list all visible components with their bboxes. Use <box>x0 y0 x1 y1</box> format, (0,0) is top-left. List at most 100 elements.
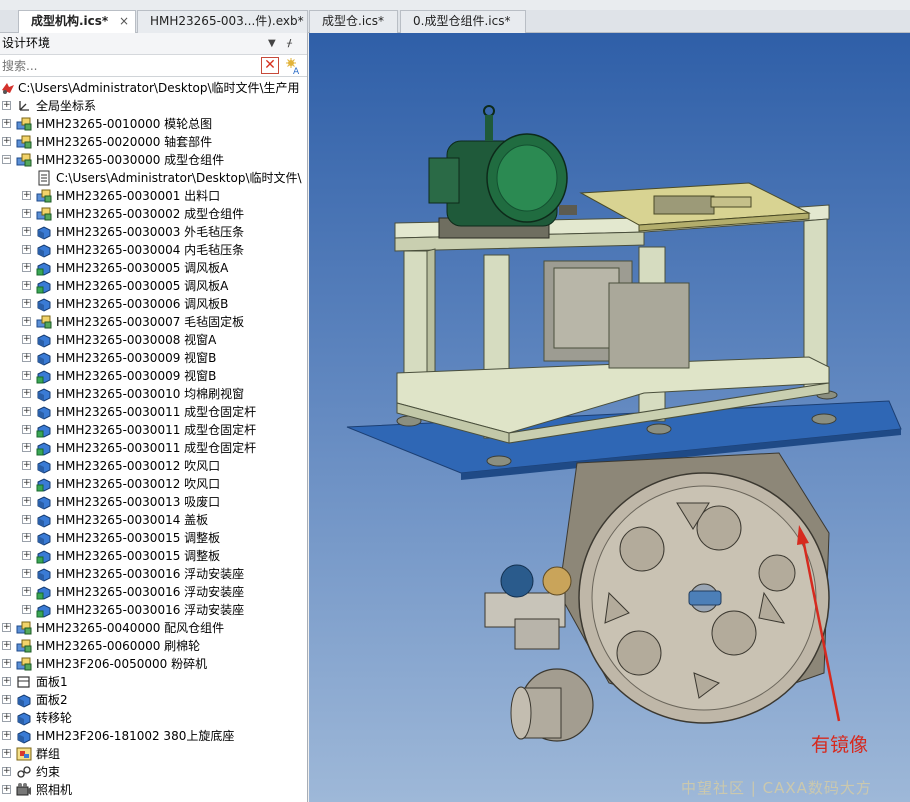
tree-row[interactable]: + HMH23265-0030002 成型仓组件 <box>0 205 307 223</box>
expand-icon[interactable]: + <box>2 119 11 128</box>
expand-icon[interactable]: + <box>22 227 31 236</box>
tree-row[interactable]: + HMH23265-0030016 浮动安装座 <box>0 565 307 583</box>
tree-item-label: C:\Users\Administrator\Desktop\临时文件\生产用 <box>18 81 300 95</box>
expand-icon[interactable]: + <box>22 443 31 452</box>
search-input[interactable] <box>0 56 258 75</box>
expand-icon[interactable]: + <box>2 137 11 146</box>
tab-chengxing-cang[interactable]: 成型仓.ics* <box>309 10 398 33</box>
tab-close-icon[interactable]: × <box>119 11 129 32</box>
expand-icon[interactable]: + <box>22 263 31 272</box>
tree-row[interactable]: + 面板2 <box>0 691 307 709</box>
tree-row[interactable]: + HMH23265-0030003 外毛毡压条 <box>0 223 307 241</box>
tree-row[interactable]: C:\Users\Administrator\Desktop\临时文件\ <box>0 169 307 187</box>
expand-icon[interactable]: + <box>2 641 11 650</box>
tree-row[interactable]: + 全局坐标系 <box>0 97 307 115</box>
tree-item-label: HMH23265-0030007 毛毡固定板 <box>56 315 245 329</box>
assembly-icon <box>36 314 52 330</box>
expand-icon[interactable]: + <box>2 659 11 668</box>
tree-row[interactable]: + HMH23265-0030010 均棉刷视窗 <box>0 385 307 403</box>
expand-icon[interactable]: + <box>22 551 31 560</box>
tree-row[interactable]: + 面板1 <box>0 673 307 691</box>
expand-icon[interactable]: + <box>22 461 31 470</box>
expand-icon[interactable]: + <box>22 497 31 506</box>
expand-icon[interactable]: + <box>2 101 11 110</box>
tree-row[interactable]: + HMH23265-0030004 内毛毡压条 <box>0 241 307 259</box>
tree-row[interactable]: C:\Users\Administrator\Desktop\临时文件\生产用 <box>0 79 307 97</box>
tree-row[interactable]: + HMH23265-0030014 盖板 <box>0 511 307 529</box>
tree-row[interactable]: + HMH23265-0020000 轴套部件 <box>0 133 307 151</box>
tree-row[interactable]: + 约束 <box>0 763 307 781</box>
expand-icon[interactable]: + <box>22 281 31 290</box>
tree-row[interactable]: + HMH23F206-181002 380上旋底座 <box>0 727 307 745</box>
expand-icon[interactable]: + <box>22 191 31 200</box>
expand-icon[interactable]: + <box>22 209 31 218</box>
expand-icon[interactable]: + <box>22 407 31 416</box>
expand-icon[interactable]: + <box>2 713 11 722</box>
tree-row[interactable]: + HMH23265-0030011 成型仓固定杆 <box>0 421 307 439</box>
tree-row[interactable]: + HMH23F206-0050000 粉碎机 <box>0 655 307 673</box>
expand-icon[interactable]: + <box>2 749 11 758</box>
tree-row[interactable]: + HMH23265-0040000 配风仓组件 <box>0 619 307 637</box>
expand-icon[interactable]: + <box>22 479 31 488</box>
tree-row[interactable]: + HMH23265-0030015 调整板 <box>0 529 307 547</box>
expand-icon[interactable]: + <box>22 587 31 596</box>
expand-icon[interactable]: + <box>22 569 31 578</box>
tree-item-label: HMH23265-0060000 刷棉轮 <box>36 639 201 653</box>
tree-row[interactable]: + HMH23265-0060000 刷棉轮 <box>0 637 307 655</box>
expand-icon[interactable]: + <box>22 371 31 380</box>
tree-row[interactable]: + 群组 <box>0 745 307 763</box>
expand-icon[interactable]: + <box>22 533 31 542</box>
expand-icon[interactable]: + <box>2 767 11 776</box>
expand-icon[interactable]: + <box>2 623 11 632</box>
tree-row[interactable]: − HMH23265-0030000 成型仓组件 <box>0 151 307 169</box>
expand-icon[interactable]: + <box>2 785 11 794</box>
tree-row[interactable]: + HMH23265-0030016 浮动安装座 <box>0 601 307 619</box>
tree-row[interactable]: + HMH23265-0030001 出料口 <box>0 187 307 205</box>
panel-pin-icon[interactable]: ᚋ <box>287 33 292 54</box>
expand-icon[interactable]: + <box>2 677 11 686</box>
expand-icon[interactable]: + <box>22 317 31 326</box>
expand-icon[interactable]: + <box>22 605 31 614</box>
3d-viewport[interactable]: 有镜像 中望社区 | CAXA数码大方 <box>309 33 910 802</box>
tree-row[interactable]: + HMH23265-0030009 视窗B <box>0 367 307 385</box>
tab-exb-drawing[interactable]: HMH23265-003...件).exb* <box>137 10 308 33</box>
tree-row[interactable]: + HMH23265-0030011 成型仓固定杆 <box>0 403 307 421</box>
panel-icon <box>16 674 32 690</box>
tree-row[interactable]: + 照相机 <box>0 781 307 799</box>
tree-item-label: HMH23265-0030016 浮动安装座 <box>56 585 245 599</box>
expand-icon[interactable]: + <box>22 335 31 344</box>
tree-item-label: HMH23F206-181002 380上旋底座 <box>36 729 235 743</box>
tree-row[interactable]: + 转移轮 <box>0 709 307 727</box>
expand-icon[interactable]: + <box>2 731 11 740</box>
tree-row[interactable]: + HMH23265-0030007 毛毡固定板 <box>0 313 307 331</box>
tab-chengxing-jigou[interactable]: 成型机构.ics* × <box>18 10 136 34</box>
tree-row[interactable]: + HMH23265-0030008 视窗A <box>0 331 307 349</box>
tree-row[interactable]: + HMH23265-0010000 模轮总图 <box>0 115 307 133</box>
tree-row[interactable]: + HMH23265-0030013 吸废口 <box>0 493 307 511</box>
collapse-icon[interactable]: − <box>2 155 11 164</box>
tree-row[interactable]: + HMH23265-0030016 浮动安装座 <box>0 583 307 601</box>
tree-row[interactable]: + HMH23265-0030011 成型仓固定杆 <box>0 439 307 457</box>
clear-search-icon[interactable]: ✕ <box>261 57 279 74</box>
expand-icon[interactable]: + <box>22 299 31 308</box>
tree-row[interactable]: + HMH23265-0030006 调风板B <box>0 295 307 313</box>
electric-motor <box>428 105 577 239</box>
expand-icon[interactable]: + <box>22 425 31 434</box>
tree-row[interactable]: + HMH23265-0030012 吹风口 <box>0 475 307 493</box>
expand-icon[interactable]: + <box>22 389 31 398</box>
expand-icon[interactable]: + <box>22 245 31 254</box>
tab-label: 0.成型仓组件.ics* <box>413 14 511 28</box>
tree-row[interactable]: + HMH23265-0030005 调风板A <box>0 277 307 295</box>
expand-icon[interactable]: + <box>22 353 31 362</box>
expand-icon[interactable]: + <box>2 695 11 704</box>
tab-chengxing-cang-zujian[interactable]: 0.成型仓组件.ics* <box>400 10 526 33</box>
panel-dropdown-icon[interactable]: ▼ <box>268 33 276 54</box>
tree-row[interactable]: + HMH23265-0030009 视窗B <box>0 349 307 367</box>
part-icon <box>16 692 32 708</box>
tree-row[interactable]: + HMH23265-0030015 调整板 <box>0 547 307 565</box>
machine-model-view[interactable] <box>309 33 910 802</box>
tree-row[interactable]: + HMH23265-0030012 吹风口 <box>0 457 307 475</box>
expand-icon[interactable]: + <box>22 515 31 524</box>
filter-options-icon[interactable]: A <box>285 57 303 75</box>
tree-row[interactable]: + HMH23265-0030005 调风板A <box>0 259 307 277</box>
